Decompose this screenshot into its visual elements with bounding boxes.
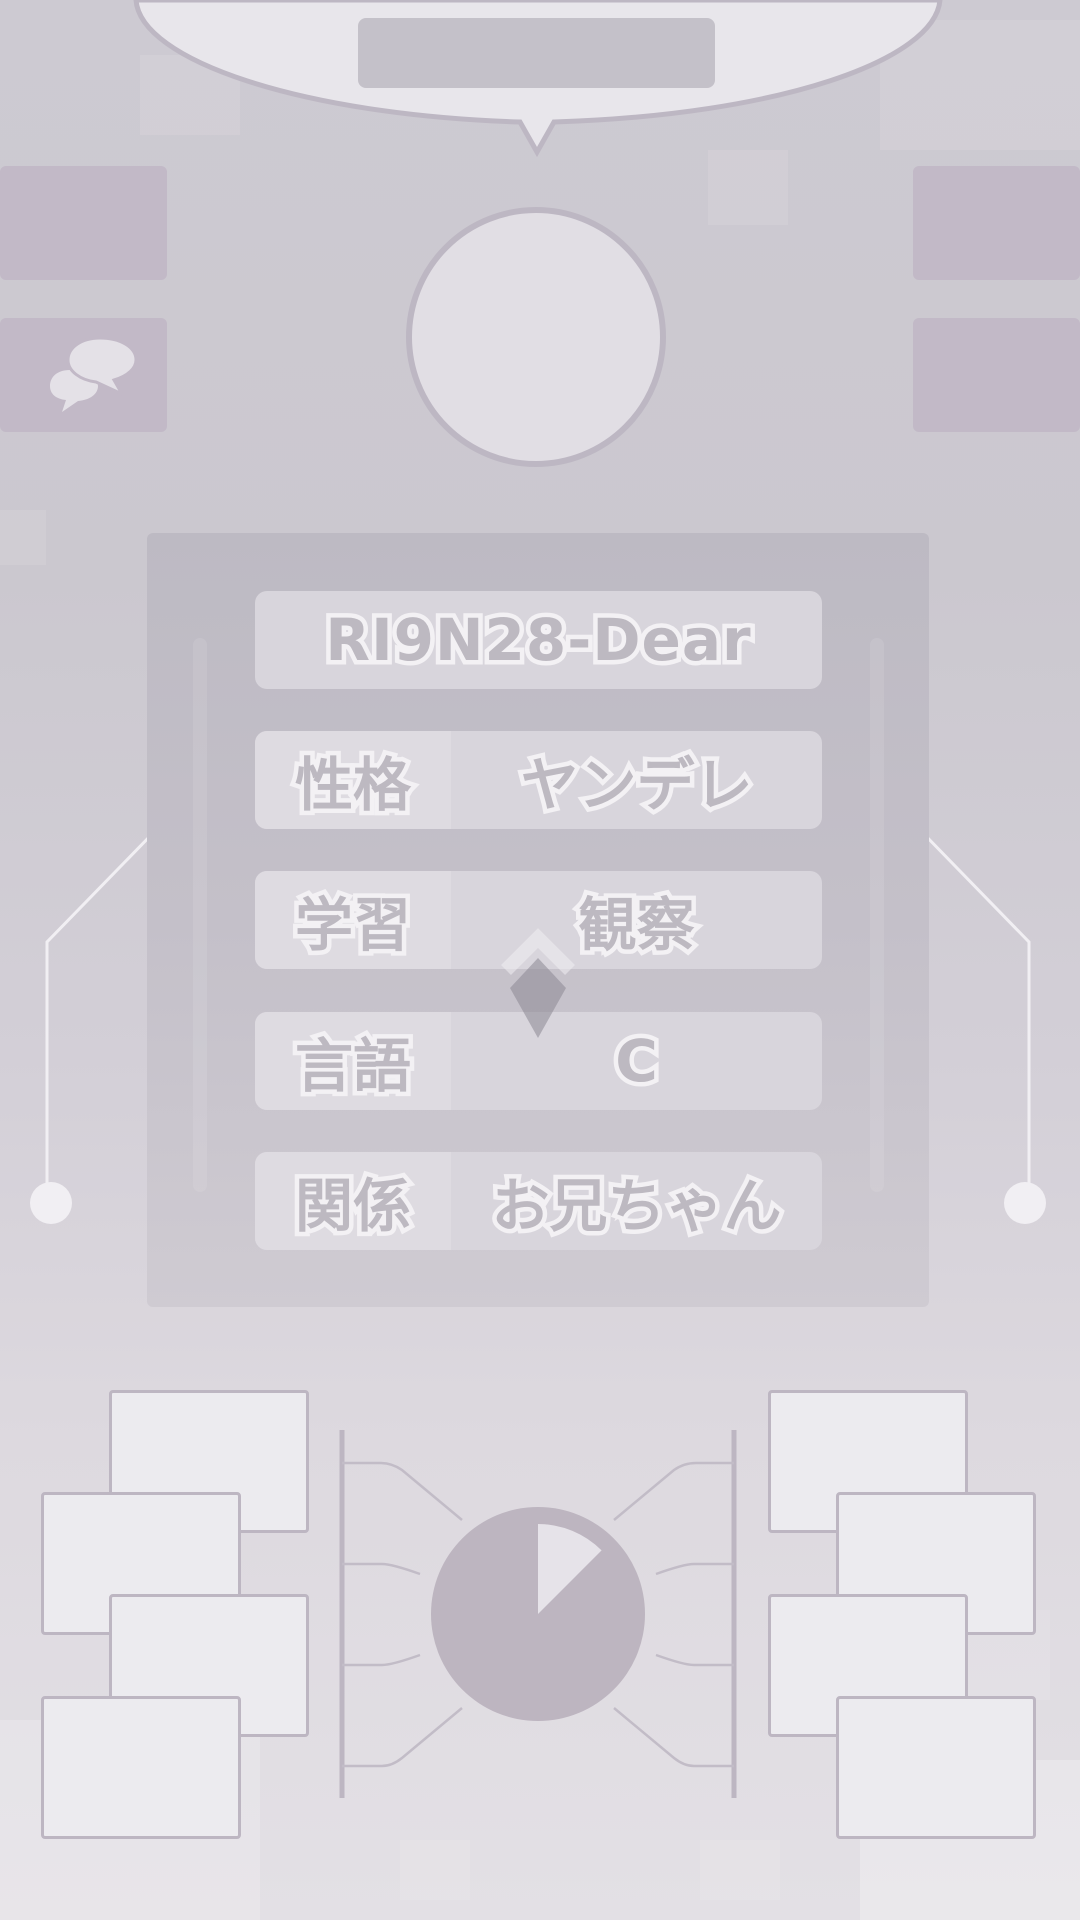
card-slot[interactable] — [836, 1696, 1036, 1839]
profile-value: C — [611, 1023, 662, 1100]
menu-button-right-bottom[interactable] — [913, 318, 1080, 432]
speech-bubbles-icon — [50, 336, 138, 412]
profile-row-personality: 性格 ヤンデレ — [255, 731, 822, 829]
profile-value: 観察 — [574, 887, 699, 964]
card-slot[interactable] — [41, 1696, 241, 1839]
character-id: RI9N28-Dear — [321, 602, 755, 679]
diamond-marker-icon — [501, 928, 575, 1038]
right-node-dot — [1004, 1182, 1046, 1224]
character-id-row: RI9N28-Dear — [255, 591, 822, 689]
profile-label: 言語 — [290, 1028, 415, 1105]
menu-button-right-top[interactable] — [913, 166, 1080, 280]
panel-rail-right — [870, 638, 884, 1192]
speech-bubble-text — [358, 18, 715, 88]
chat-button[interactable] — [0, 318, 167, 432]
background-tile — [700, 1840, 780, 1900]
panel-rail-left — [193, 638, 207, 1192]
menu-button-left-top[interactable] — [0, 166, 167, 280]
profile-value: ヤンデレ — [516, 747, 757, 824]
profile-label: 学習 — [290, 887, 415, 964]
background-tile — [708, 150, 788, 225]
background-tile — [0, 510, 46, 565]
left-node-dot — [30, 1182, 72, 1224]
profile-row-relationship: 関係 お兄ちゃん — [255, 1152, 822, 1250]
background-tile — [400, 1840, 470, 1900]
avatar[interactable] — [406, 207, 666, 467]
profile-label: 関係 — [290, 1168, 415, 1245]
timer-assembly — [339, 1430, 737, 1798]
profile-label: 性格 — [290, 747, 415, 824]
profile-value: お兄ちゃん — [487, 1168, 786, 1245]
